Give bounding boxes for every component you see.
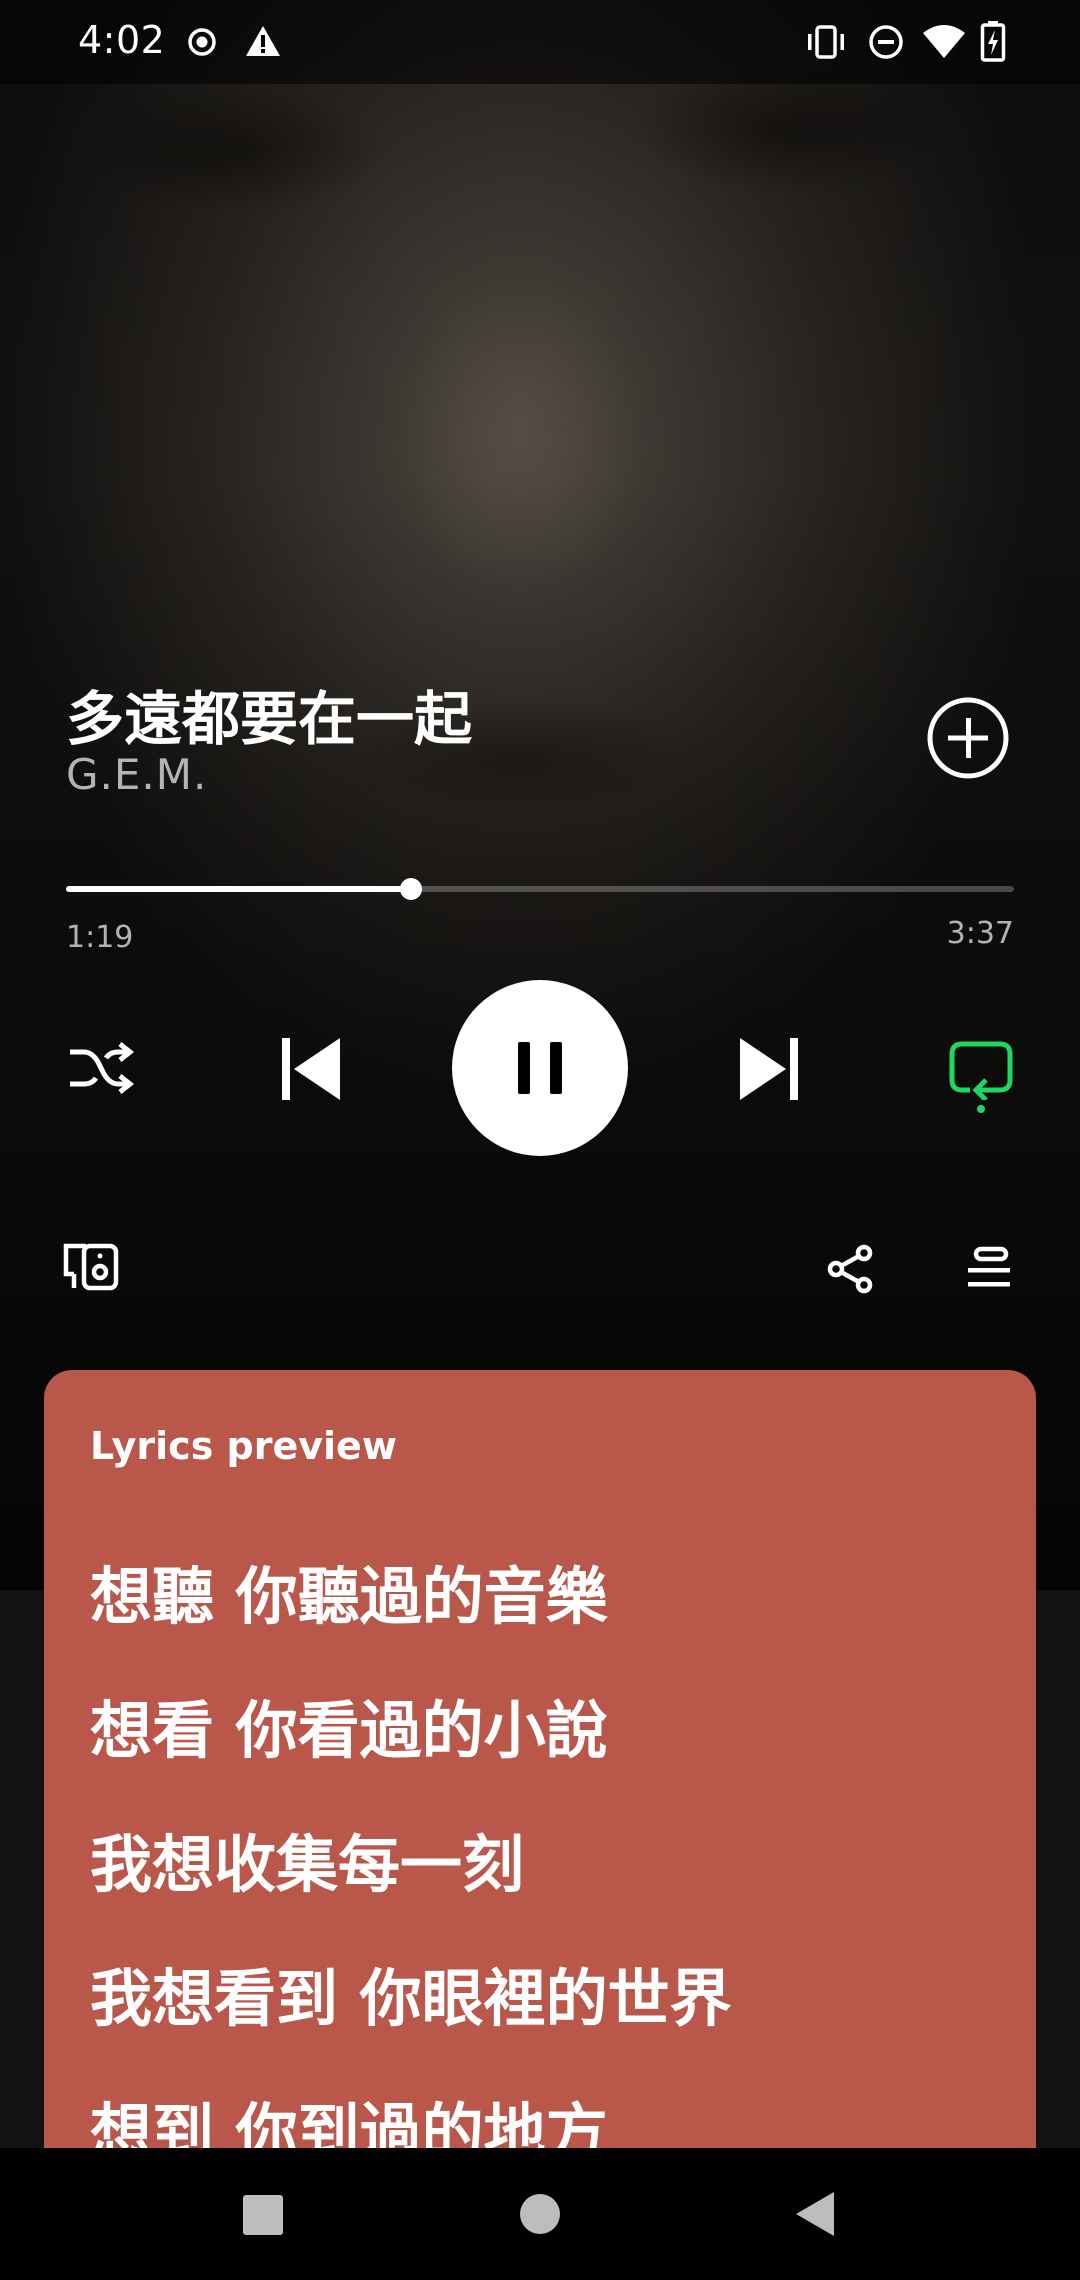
lyric-line: 想看 你看過的小說 [90,1694,608,1767]
status-time: 4:02 [78,18,166,62]
do-not-disturb-icon [869,25,903,59]
progress-bar[interactable] [66,878,1014,900]
alert-triangle-icon [246,26,280,56]
progress-thumb[interactable] [400,878,423,900]
total-time: 3:37 [946,916,1014,951]
next-track-button[interactable] [738,1036,800,1102]
pause-icon [518,1042,562,1094]
share-button[interactable] [826,1244,876,1294]
lyrics-preview-card[interactable]: Lyrics preview 想聽 你聽過的音樂 想看 你看過的小說 我想收集每… [44,1370,1036,2230]
home-button[interactable] [518,2192,562,2236]
back-button[interactable] [794,2190,836,2238]
queue-button[interactable] [966,1246,1012,1290]
track-title: 多遠都要在一起 [66,685,473,753]
vibrate-icon [808,25,844,59]
pause-button[interactable] [452,980,628,1156]
lyrics-preview-title: Lyrics preview [90,1424,397,1468]
progress-fill [66,886,412,892]
battery-charging-icon [980,21,1006,62]
repeat-active-indicator [977,1105,985,1113]
record-icon [188,28,216,56]
status-bar: 4:02 [0,0,1080,84]
lyric-line: 我想看到 你眼裡的世界 [90,1962,732,2035]
recents-button[interactable] [242,2194,284,2236]
system-navigation-bar [0,2148,1080,2280]
track-artist[interactable]: G.E.M. [66,750,207,799]
add-to-library-button[interactable] [926,696,1010,780]
shuffle-button[interactable] [66,1038,134,1098]
previous-track-button[interactable] [280,1036,342,1102]
repeat-button[interactable] [948,1040,1014,1100]
wifi-icon [923,25,965,58]
lyric-line: 想聽 你聽過的音樂 [90,1560,608,1633]
lyric-line: 我想收集每一刻 [90,1828,525,1901]
elapsed-time: 1:19 [66,920,134,955]
connect-device-button[interactable] [62,1242,120,1292]
